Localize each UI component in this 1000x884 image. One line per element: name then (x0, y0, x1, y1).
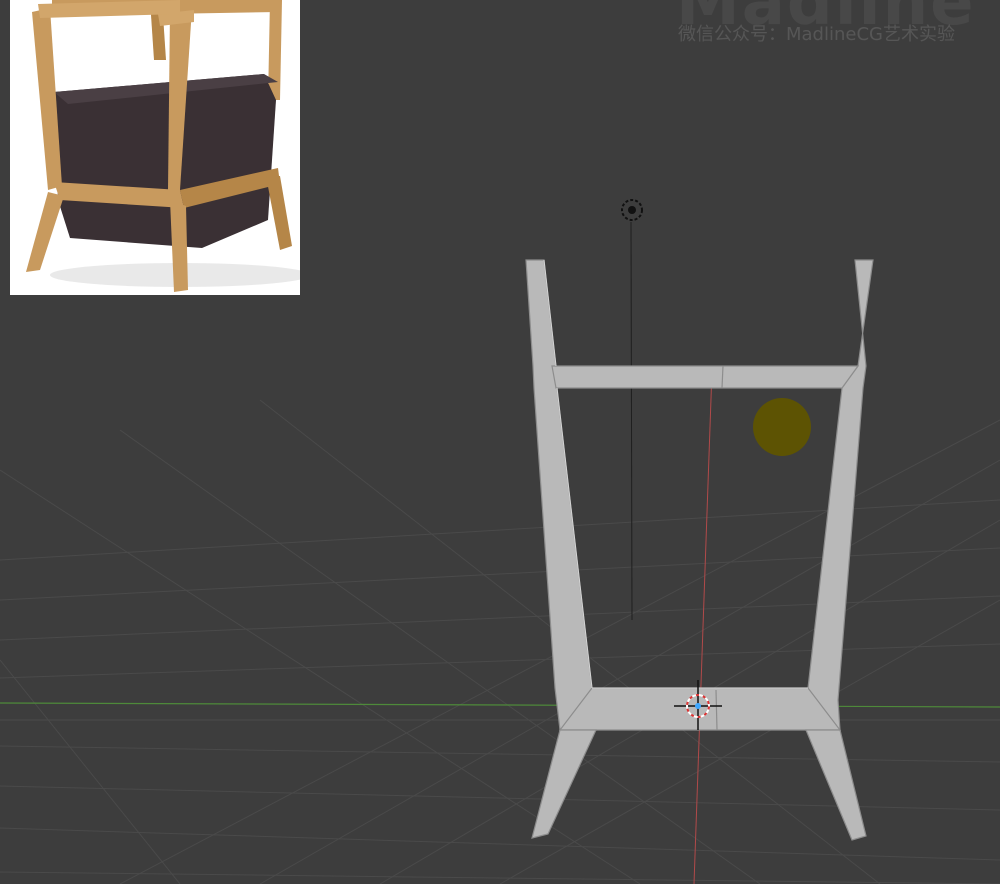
chair-photo (26, 0, 300, 292)
camera-icon[interactable] (621, 199, 643, 221)
origin-icon[interactable] (695, 703, 701, 709)
light-icon[interactable] (753, 398, 811, 456)
top-crossbar[interactable] (551, 365, 860, 389)
camera-relation-line (630, 221, 633, 621)
x-axis-line (0, 702, 1000, 708)
3d-viewport[interactable]: Madline 微信公众号：MadlineCG艺术实验 (0, 0, 1000, 884)
watermark-subtitle: 微信公众号：MadlineCG艺术实验 (678, 24, 955, 45)
reference-image (10, 0, 300, 295)
front-left-leg[interactable] (531, 729, 597, 839)
chair-frame-mesh[interactable] (525, 259, 874, 841)
front-right-leg[interactable] (805, 729, 867, 841)
right-upright[interactable] (805, 259, 874, 731)
